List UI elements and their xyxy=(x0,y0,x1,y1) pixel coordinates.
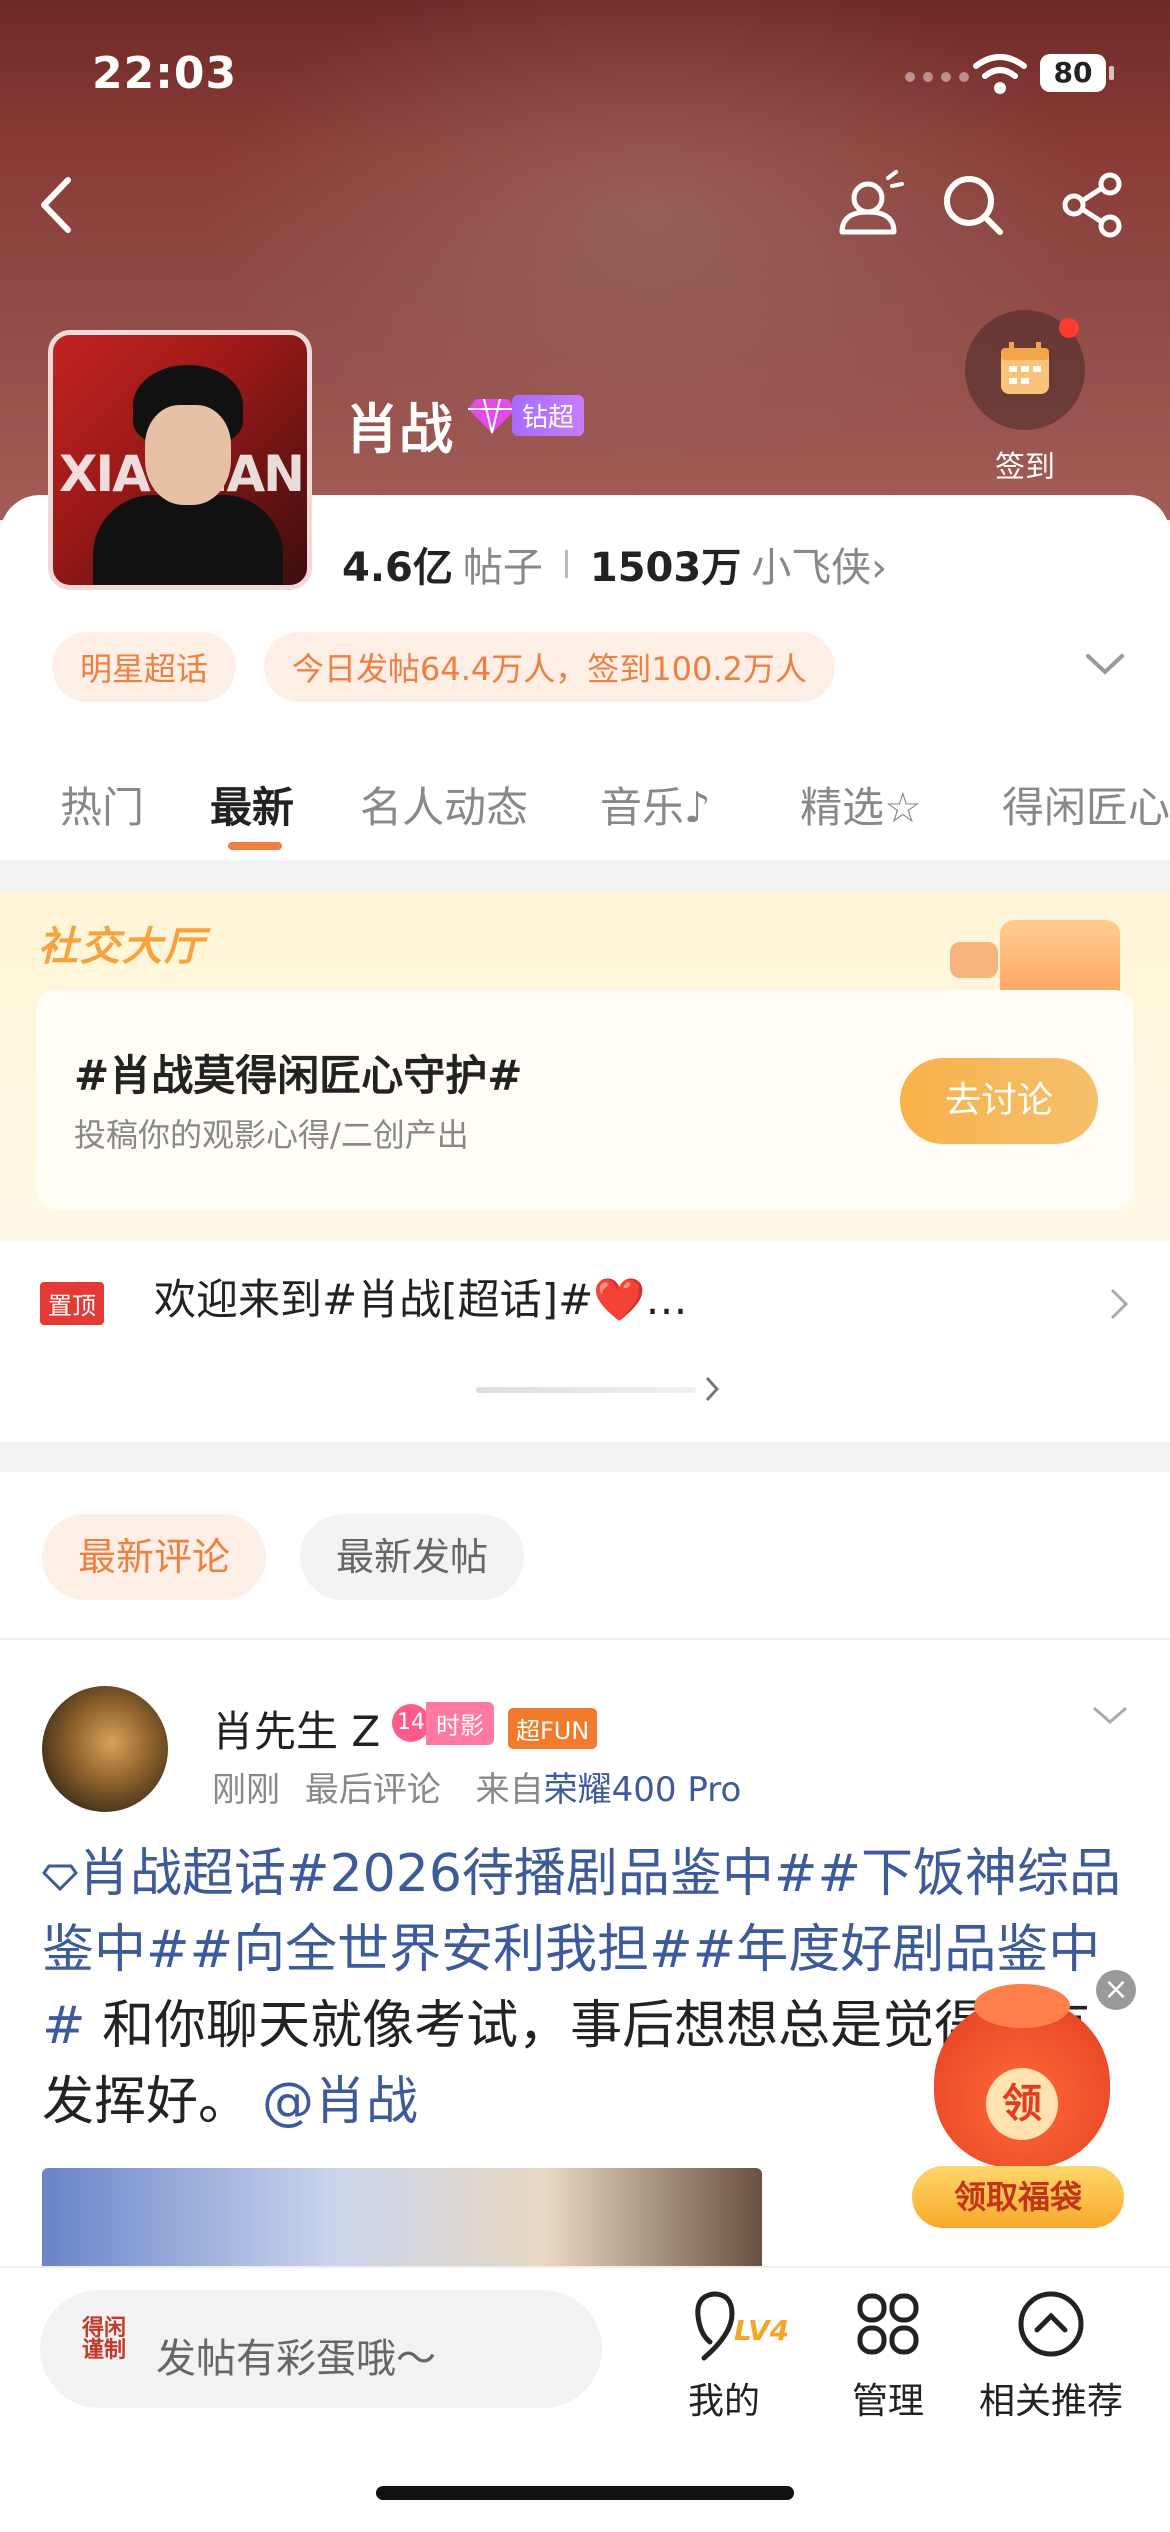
status-time: 22:03 xyxy=(92,48,238,99)
compose-input[interactable]: 得闲谨制 发帖有彩蛋哦～ xyxy=(40,2290,602,2408)
pinned-text: 欢迎来到#肖战[超话]#❤️… xyxy=(154,1275,688,1324)
back-icon[interactable] xyxy=(30,170,80,240)
author-name[interactable]: 肖先生 Z xyxy=(212,1698,380,1759)
user-level: LV4 xyxy=(734,2314,790,2347)
fans-label[interactable]: 小飞侠› xyxy=(751,535,887,593)
related-recommendations-button[interactable]: 相关推荐 xyxy=(966,2286,1136,2424)
lucky-bag-coin: 领 xyxy=(986,2068,1058,2140)
tab-celebrity-updates[interactable]: 名人动态 xyxy=(360,774,528,835)
activity-chip: 今日发帖64.4万人，签到100.2万人 xyxy=(264,632,835,702)
claim-lucky-bag-button[interactable]: 领取福袋 xyxy=(912,2166,1124,2228)
carousel-indicator xyxy=(476,1387,696,1393)
post-meta: 刚刚 最后评论 来自荣耀400 Pro xyxy=(212,1770,742,1810)
topic-avatar[interactable]: XIAO ZHAN xyxy=(48,330,312,590)
topic-diamond-icon xyxy=(42,1864,78,1892)
social-hall-title: 社交大厅 xyxy=(38,924,206,970)
manage-button[interactable]: 管理 xyxy=(838,2286,938,2424)
tab-latest[interactable]: 最新 xyxy=(210,774,294,835)
discuss-button[interactable]: 去讨论 xyxy=(900,1058,1098,1144)
topic-title: 肖战 xyxy=(345,398,453,461)
topic-hashtag: #肖战莫得闲匠心守护# xyxy=(74,1051,523,1100)
topic-card[interactable]: #肖战莫得闲匠心守护# 投稿你的观影心得/二创产出 去讨论 xyxy=(36,990,1134,1210)
device-name: 荣耀400 Pro xyxy=(543,1770,742,1810)
category-chip[interactable]: 明星超话 xyxy=(52,632,237,702)
status-bar: 22:03 80 xyxy=(0,0,1170,140)
social-hall: 社交大厅 #肖战莫得闲匠心守护# 投稿你的观影心得/二创产出 去讨论 xyxy=(0,892,1170,1242)
share-icon[interactable] xyxy=(1060,172,1126,238)
section-divider xyxy=(0,1442,1170,1472)
home-indicator[interactable] xyxy=(376,2486,794,2500)
chevron-right-icon[interactable] xyxy=(704,1374,720,1404)
topic-tabs: 热门 最新 名人动态 音乐♪ 精选☆ 得闲匠心 xyxy=(0,760,1170,860)
signal-icon xyxy=(905,72,969,82)
notification-dot xyxy=(1059,318,1079,338)
info-chips: 明星超话 今日发帖64.4万人，签到100.2万人 xyxy=(52,632,835,702)
tab-craftsmanship[interactable]: 得闲匠心 xyxy=(1002,774,1170,835)
mine-button[interactable]: LV4 我的 xyxy=(672,2286,789,2424)
chevron-up-circle-icon xyxy=(1018,2291,1084,2357)
compose-placeholder: 发帖有彩蛋哦～ xyxy=(156,2336,436,2382)
battery-indicator: 80 xyxy=(1040,54,1114,92)
chevron-down-icon[interactable] xyxy=(1080,650,1130,680)
pinned-tag: 置顶 xyxy=(40,1282,104,1325)
chat-bubble-icon xyxy=(950,942,998,978)
time-badge: 14 时影 xyxy=(392,1701,494,1745)
posts-label: 帖子 xyxy=(462,545,543,591)
wifi-icon xyxy=(973,54,1027,94)
level-badge[interactable]: 钻超 xyxy=(466,394,585,436)
avatar[interactable] xyxy=(42,1686,168,1812)
chevron-right-icon xyxy=(1110,1288,1129,1320)
sort-bar: 最新评论 最新发帖 xyxy=(0,1472,1170,1640)
divider xyxy=(564,550,568,578)
fans-count[interactable]: 1503万 xyxy=(590,535,741,593)
topic-stats: 4.6亿 帖子 1503万 小飞侠› xyxy=(342,535,887,593)
lucky-bag-widget[interactable]: 领 领取福袋 × xyxy=(912,1960,1136,2240)
search-icon[interactable] xyxy=(940,172,1006,238)
post-image[interactable] xyxy=(42,2168,762,2280)
mention-link[interactable]: @肖战 xyxy=(262,2072,418,2132)
logo: 得闲谨制 xyxy=(82,2316,127,2363)
fun-badge: 超FUN xyxy=(508,1708,598,1749)
topic-subtitle: 投稿你的观影心得/二创产出 xyxy=(74,1116,469,1154)
section-divider xyxy=(0,860,1170,892)
active-tab-indicator xyxy=(228,842,282,850)
posts-count: 4.6亿 xyxy=(342,545,453,591)
diamond-icon xyxy=(468,398,516,434)
close-icon[interactable]: × xyxy=(1096,1970,1136,2010)
sort-latest-posts-button[interactable]: 最新发帖 xyxy=(300,1514,525,1600)
checkin-button[interactable]: 签到 xyxy=(965,310,1085,486)
assistant-icon[interactable] xyxy=(832,170,904,242)
grid-icon xyxy=(857,2293,919,2355)
tab-music[interactable]: 音乐♪ xyxy=(600,774,711,835)
chevron-down-icon[interactable] xyxy=(1090,1704,1130,1728)
tab-featured[interactable]: 精选☆ xyxy=(800,774,922,835)
pinned-post[interactable]: 置顶 欢迎来到#肖战[超话]#❤️… xyxy=(0,1242,1170,1442)
sort-latest-comments-button[interactable]: 最新评论 xyxy=(42,1514,267,1600)
tab-hot[interactable]: 热门 xyxy=(60,774,144,835)
